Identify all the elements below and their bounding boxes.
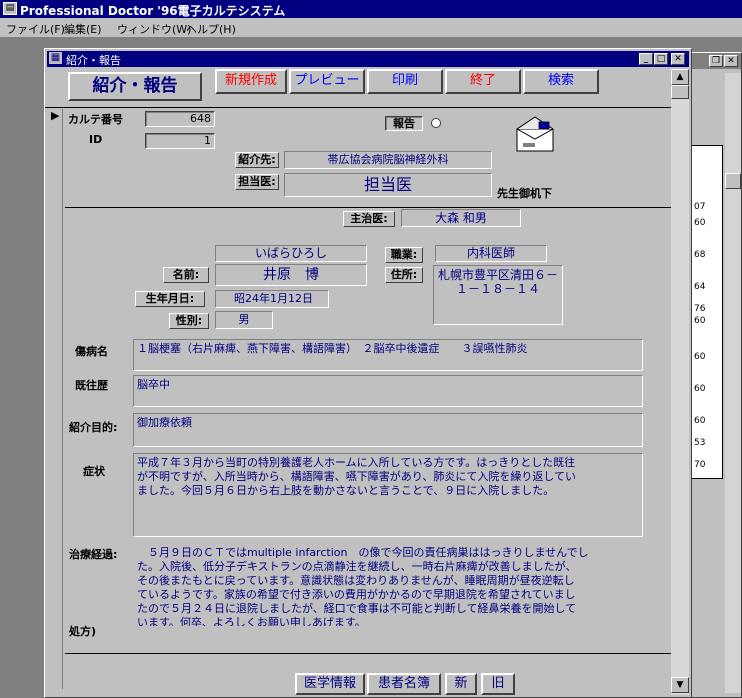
form-title: 紹介・報告 (66, 54, 121, 67)
id-label: ID (89, 133, 103, 146)
menu-file[interactable]: ファイル(F) (6, 21, 65, 37)
purpose-label: 紹介目的: (69, 421, 118, 434)
sex-field[interactable]: 男 (215, 311, 273, 329)
exit-button[interactable]: 終了 (445, 69, 521, 94)
referral-to-label: 紹介先: (235, 152, 279, 168)
toolbar-divider (45, 107, 671, 108)
bg-scrollbar[interactable] (725, 73, 741, 693)
new-tab-button[interactable]: 新 (445, 673, 477, 695)
search-button[interactable]: 検索 (523, 69, 599, 94)
old-tab-button[interactable]: 旧 (481, 673, 515, 695)
karte-label: カルテ番号 (68, 113, 123, 126)
symptom-label: 症状 (83, 465, 105, 478)
app-titlebar: ▤ Professional Doctor '96電子カルテシステム (0, 0, 742, 18)
form-caption: ▦ 紹介・報告 _ □ ✕ (47, 51, 689, 67)
disease-label: 傷病名 (75, 345, 108, 358)
dob-field[interactable]: 昭24年1月12日 (215, 290, 329, 308)
course-field[interactable]: ５月９日のＣＴではmultiple infarction の像で今回の責任病巣は… (133, 543, 643, 627)
bg-grid-cell: 70 (694, 460, 706, 470)
purpose-field[interactable]: 御加療依頼 (133, 413, 643, 447)
bg-close-button[interactable]: ✕ (724, 55, 738, 67)
mail-envelope-icon (516, 116, 554, 152)
medical-info-button[interactable]: 医学情報 (295, 673, 365, 695)
address-line2: １－１８－１４ (455, 282, 540, 296)
course-label: 治療経過: (69, 548, 118, 561)
scroll-down-button[interactable]: ▼ (671, 677, 689, 693)
record-selector[interactable]: ▶ (49, 109, 63, 689)
header-label: 紹介・報告 (68, 72, 202, 101)
doctor-field[interactable]: 担当医 (284, 173, 492, 197)
name-kana-field[interactable]: いばらひろし (215, 245, 367, 262)
bg-grid-cell: 60 (694, 316, 706, 326)
bg-grid: 07 60 68 64 76 60 60 60 60 53 70 (691, 145, 723, 479)
minimize-button[interactable]: _ (639, 53, 653, 65)
patient-list-button[interactable]: 患者名簿 (367, 673, 441, 695)
sex-label: 性別: (169, 313, 209, 329)
print-button[interactable]: 印刷 (367, 69, 443, 94)
bg-grid-cell: 60 (694, 352, 706, 362)
app-icon: ▤ (3, 2, 17, 15)
address-field[interactable]: 札幌市豊平区清田６－ １－１８－１４ (433, 265, 563, 325)
name-field[interactable]: 井原 博 (215, 264, 367, 286)
report-label: 報告 (385, 116, 423, 131)
doctor-suffix: 先生御机下 (497, 187, 552, 200)
id-field[interactable]: 1 (145, 133, 215, 149)
bottom-divider (65, 653, 671, 654)
form-window: ▦ 紹介・報告 _ □ ✕ 紹介・報告 新規作成 プレビュー 印刷 終了 検索 … (44, 48, 692, 698)
form-scrollbar[interactable]: ▲ ▼ (671, 69, 689, 695)
bg-scroll-thumb[interactable] (725, 173, 741, 189)
bg-grid-cell: 64 (694, 282, 706, 292)
job-label: 職業: (385, 247, 423, 263)
name-label: 名前: (163, 267, 209, 283)
address-line1: 札幌市豊平区清田６－ (437, 268, 558, 282)
bg-grid-cell: 60 (694, 384, 706, 394)
section-divider (65, 207, 671, 208)
symptom-field[interactable]: 平成７年３月から当町の特別養護老人ホームに入所している方です。はっきりとした既往… (133, 453, 643, 537)
address-label: 住所: (385, 267, 423, 283)
attending-label: 主治医: (343, 211, 395, 227)
menu-window[interactable]: ウィンドウ(W) (117, 21, 191, 37)
preview-button[interactable]: プレビュー (289, 69, 365, 94)
bg-grid-cell: 07 (694, 202, 706, 212)
attending-field[interactable]: 大森 和男 (401, 209, 521, 227)
scroll-up-button[interactable]: ▲ (671, 69, 689, 85)
new-button[interactable]: 新規作成 (215, 69, 287, 94)
history-field[interactable]: 脳卒中 (133, 375, 643, 407)
menu-help[interactable]: ヘルプ(H) (186, 21, 236, 37)
app-title: Professional Doctor '96電子カルテシステム (20, 4, 286, 18)
bg-grid-cell: 53 (694, 438, 706, 448)
form-icon: ▦ (49, 52, 62, 64)
scroll-thumb[interactable] (671, 85, 689, 99)
history-label: 既往歴 (75, 379, 108, 392)
prescription-label: 処方) (69, 625, 97, 638)
bg-restore-button[interactable]: ❐ (709, 55, 723, 67)
bg-grid-cell: 60 (694, 218, 706, 228)
menu-bar: ファイル(F) 編集(E) ウィンドウ(W) ヘルプ(H) (0, 18, 742, 37)
disease-field[interactable]: １脳梗塞（右片麻痺、燕下障害、構語障害） ２脳卒中後遺症 ３誤嚥性肺炎 (133, 339, 643, 371)
record-pointer-icon: ▶ (51, 109, 60, 122)
bg-grid-cell: 76 (694, 304, 706, 314)
maximize-button[interactable]: □ (654, 53, 668, 65)
bg-grid-cell: 68 (694, 250, 706, 260)
doctor-label: 担当医: (235, 174, 279, 190)
referral-to-field[interactable]: 帯広協会病院脳神経外科 (284, 151, 492, 169)
dob-label: 生年月日: (135, 291, 205, 307)
bg-grid-cell: 60 (694, 416, 706, 426)
job-field[interactable]: 内科医師 (435, 245, 547, 262)
report-radio[interactable] (431, 118, 441, 128)
karte-field[interactable]: 648 (145, 111, 215, 127)
close-button[interactable]: ✕ (671, 53, 685, 65)
menu-edit[interactable]: 編集(E) (64, 21, 102, 37)
